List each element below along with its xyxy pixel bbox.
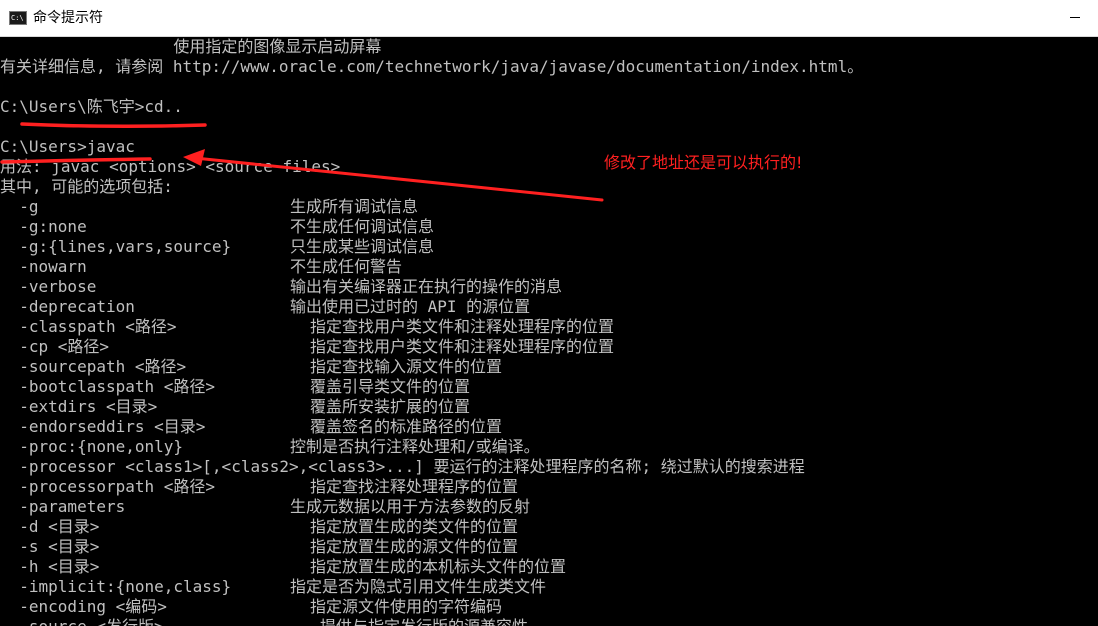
option-name: -g:none [0,217,87,236]
option-description: 指定源文件使用的字符编码 [310,597,503,616]
option-description: 指定放置生成的源文件的位置 [310,537,519,556]
option-name: -sourcepath <路径> [0,357,187,376]
option-description: 输出有关编译器正在执行的操作的消息 [290,277,563,296]
option-name: -cp <路径> [0,337,110,356]
option-name: -source <发行版> [0,617,163,626]
option-name: -g [0,197,39,216]
option-description: 指定查找注释处理程序的位置 [310,477,519,496]
option-description: 覆盖所安装扩展的位置 [310,397,471,416]
option-name: -g:{lines,vars,source} [0,237,232,256]
prompt-line-cd: C:\Users\陈飞宇>cd.. [0,97,183,116]
option-description: 覆盖签名的标准路径的位置 [310,417,503,436]
option-description: 输出使用已过时的 API 的源位置 [290,297,531,316]
option-description: 指定放置生成的本机标头文件的位置 [310,557,567,576]
cmd-icon[interactable]: C:\ [9,11,27,25]
option-name: -d <目录> [0,517,100,536]
option-name: -bootclasspath <路径> [0,377,216,396]
annotation-text: 修改了地址还是可以执行的! [604,153,803,172]
option-name: -h <目录> [0,557,100,576]
option-description: 控制是否执行注释处理和/或编译。 [290,437,540,456]
option-description: 指定放置生成的类文件的位置 [310,517,519,536]
option-name: -deprecation [0,297,135,316]
option-description: 不生成任何调试信息 [290,217,435,236]
minimize-button[interactable] [1052,0,1098,36]
option-description: 只生成某些调试信息 [290,237,435,256]
title-bar[interactable]: C:\ 命令提示符 [0,0,1098,37]
option-name: -extdirs <目录> [0,397,158,416]
option-name: -processor <class1>[,<class2>,<class3>..… [0,457,805,476]
window-title: 命令提示符 [33,10,103,26]
option-description: 生成所有调试信息 [290,197,419,216]
option-description: 不生成任何警告 [290,257,403,276]
option-description: 指定是否为隐式引用文件生成类文件 [290,577,547,596]
option-name: -proc:{none,only} [0,437,184,456]
option-name: -encoding <编码> [0,597,167,616]
option-name: -nowarn [0,257,87,276]
usage-line: 用法: javac <options> <source files> [0,157,341,176]
option-description: 指定查找用户类文件和注释处理程序的位置 [310,317,615,336]
option-name: -implicit:{none,class} [0,577,232,596]
prompt-line-javac: C:\Users>javac [0,137,135,156]
option-name: -endorseddirs <目录> [0,417,206,436]
option-description: 指定查找输入源文件的位置 [310,357,503,376]
minimize-icon [1070,17,1080,18]
option-name: -s <目录> [0,537,100,556]
options-header: 其中, 可能的选项包括: [0,177,173,196]
option-name: -classpath <路径> [0,317,177,336]
option-description: 生成元数据以用于方法参数的反射 [290,497,531,516]
option-name: -parameters [0,497,126,516]
console-line: 使用指定的图像显示启动屏幕 [0,37,382,56]
option-description: 指定查找用户类文件和注释处理程序的位置 [310,337,615,356]
option-name: -verbose [0,277,97,296]
option-description: 提供与指定发行版的源兼容性 [320,617,528,626]
option-name: -processorpath <路径> [0,477,216,496]
console-output[interactable]: 使用指定的图像显示启动屏幕 有关详细信息, 请参阅 http://www.ora… [0,37,1098,626]
console-line: 有关详细信息, 请参阅 http://www.oracle.com/techne… [0,57,864,76]
option-description: 覆盖引导类文件的位置 [310,377,471,396]
